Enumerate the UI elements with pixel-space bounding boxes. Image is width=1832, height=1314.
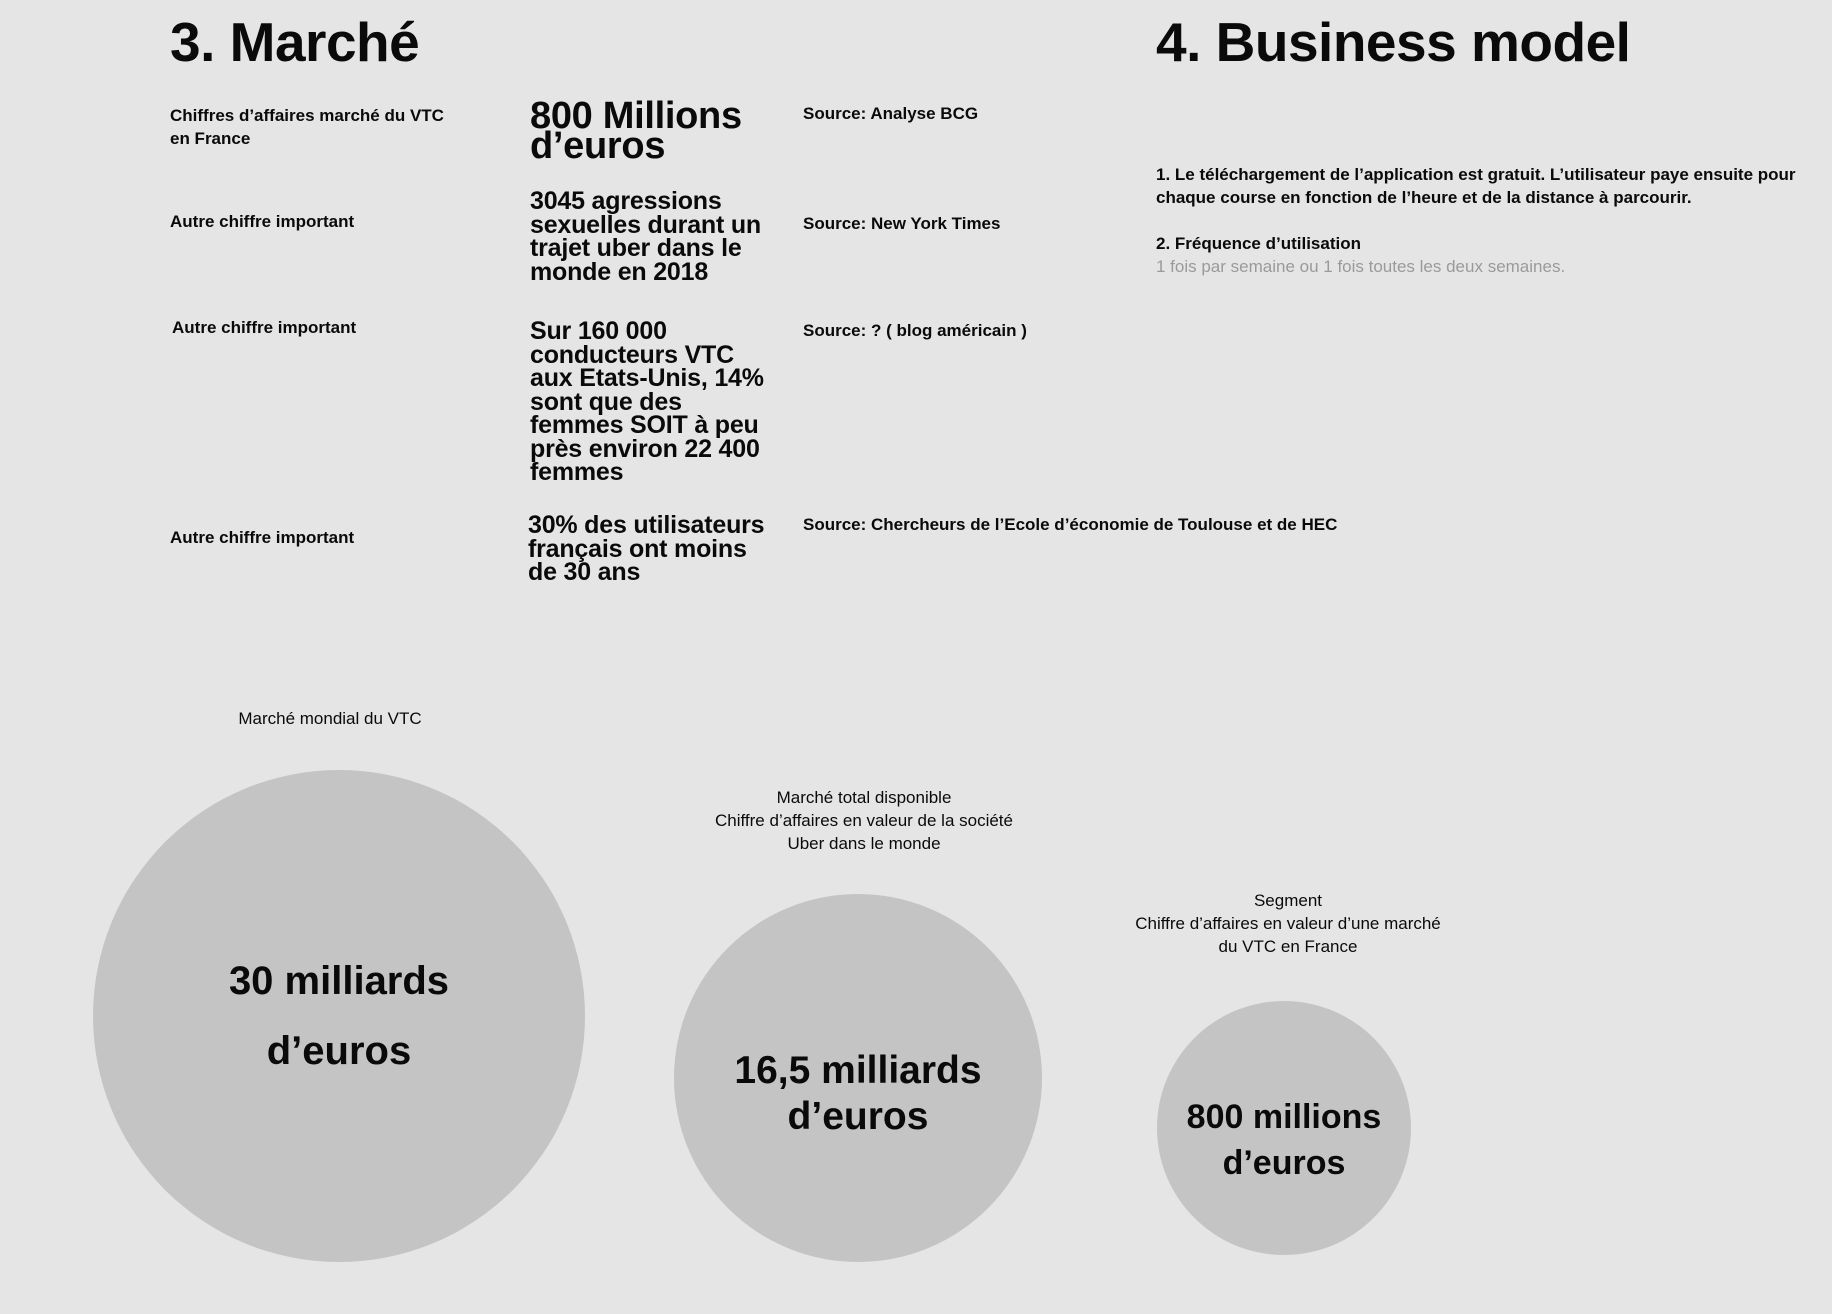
bm-point-1: 1. Le téléchargement de l’application es… xyxy=(1156,165,1796,207)
bm-point-2-title: 2. Fréquence d’utilisation xyxy=(1156,234,1361,253)
available-caption-line3: Uber dans le monde xyxy=(787,834,941,853)
row3-source: Source: ? ( blog américain ) xyxy=(803,321,1027,340)
row3-label: Autre chiffre important xyxy=(172,318,357,337)
row4-value: 30% des utilisateurs français ont moins … xyxy=(528,511,765,586)
segment-caption-line2: Chiffre d’affaires en valeur d’une march… xyxy=(1135,914,1441,933)
row1-value: 800 Millions d’euros xyxy=(530,95,742,167)
row1-label: Chiffres d’affaires marché du VTC en Fra… xyxy=(170,106,444,148)
row3-value: Sur 160 000 conducteurs VTC aux Etats-Un… xyxy=(530,317,764,486)
segment-caption-line3: du VTC en France xyxy=(1218,937,1358,956)
row2-value: 3045 agressions sexuelles durant un traj… xyxy=(530,187,761,286)
segment-caption: Segment Chiffre d’affaires en valeur d’u… xyxy=(1108,889,1468,958)
business-model-title: 4. Business model xyxy=(1156,11,1631,73)
business-model-body: 1. Le téléchargement de l’application es… xyxy=(1156,163,1816,278)
segment-circle: 800 millions d’euros xyxy=(1157,1001,1411,1255)
market-title: 3. Marché xyxy=(170,11,420,73)
segment-value-line1: 800 millions xyxy=(1186,1098,1382,1136)
world-market-caption: Marché mondial du VTC xyxy=(238,709,422,728)
segment-value-line2: d’euros xyxy=(1222,1144,1346,1182)
available-market-value-line1: 16,5 milliards xyxy=(734,1049,982,1092)
row4-source: Source: Chercheurs de l’Ecole d’économie… xyxy=(803,515,1338,534)
row2-source: Source: New York Times xyxy=(803,214,1001,233)
row2-label: Autre chiffre important xyxy=(170,212,355,231)
available-caption-line2: Chiffre d’affaires en valeur de la socié… xyxy=(715,811,1013,830)
world-market-circle: 30 milliards d’euros xyxy=(93,770,585,1262)
available-market-value-line2: d’euros xyxy=(787,1095,929,1138)
available-market-circle: 16,5 milliards d’euros xyxy=(674,894,1042,1262)
segment-caption-line1: Segment xyxy=(1253,891,1323,910)
bm-point-2-text: 1 fois par semaine ou 1 fois toutes les … xyxy=(1156,257,1566,276)
available-market-caption: Marché total disponible Chiffre d’affair… xyxy=(664,786,1064,855)
world-market-value-line1: 30 milliards xyxy=(228,959,450,1003)
world-market-value-line2: d’euros xyxy=(266,1029,412,1073)
row1-source: Source: Analyse BCG xyxy=(803,104,979,123)
available-caption-line1: Marché total disponible xyxy=(776,788,952,807)
row4-label: Autre chiffre important xyxy=(170,528,355,547)
